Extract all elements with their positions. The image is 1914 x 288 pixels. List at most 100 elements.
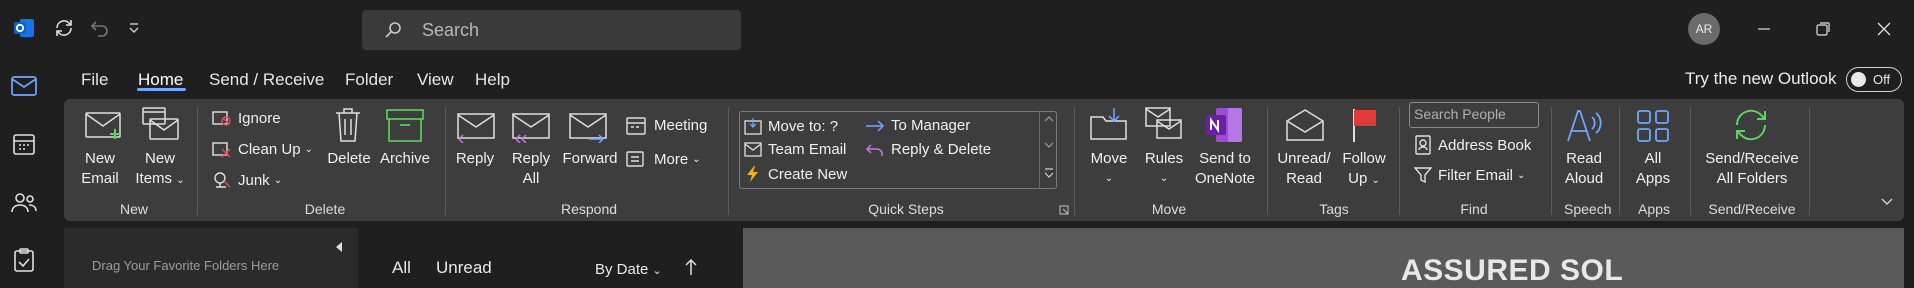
junk-button[interactable]: Junk ⌄ [212, 171, 282, 189]
more-respond-button[interactable]: More ⌄ [626, 149, 701, 169]
close-button[interactable] [1869, 14, 1899, 44]
quick-steps-gallery: Move to: ? Team Email Create New To Mana… [739, 111, 1057, 189]
tab-send-receive[interactable]: Send / Receive [209, 70, 324, 90]
restore-button[interactable] [1808, 14, 1838, 44]
folder-pane: Drag Your Favorite Folders Here [64, 228, 358, 288]
quick-step-team-email[interactable]: Team Email [744, 141, 846, 158]
filter-email-button[interactable]: Filter Email ⌄ [1414, 166, 1525, 184]
rules-label: Rules [1144, 150, 1184, 167]
read-aloud-label-2: Aloud [1564, 170, 1604, 187]
title-bar: Search AR [0, 0, 1914, 58]
chevron-down-icon: ⌄ [1371, 175, 1380, 186]
search-people-input[interactable]: Search People [1409, 102, 1539, 128]
mail-nav-button[interactable] [8, 70, 40, 102]
sort-ascending-icon[interactable] [685, 258, 697, 276]
scroll-up-icon[interactable] [1044, 115, 1054, 123]
ignore-label: Ignore [238, 109, 281, 127]
address-book-button[interactable]: Address Book [1414, 135, 1531, 155]
close-icon [1877, 22, 1891, 36]
tasks-nav-button[interactable] [8, 244, 40, 276]
collapse-folder-pane-icon[interactable] [334, 241, 344, 253]
divider [445, 107, 446, 215]
customize-toolbar-icon[interactable] [120, 14, 148, 42]
tab-help[interactable]: Help [475, 70, 510, 90]
divider [1267, 107, 1268, 215]
quick-steps-scrollbar[interactable] [1039, 111, 1057, 189]
filter-all-tab[interactable]: All [392, 258, 411, 278]
people-nav-button[interactable] [8, 186, 40, 218]
clean-up-button[interactable]: Clean Up ⌄ [212, 140, 313, 158]
group-label-apps: Apps [1638, 201, 1670, 217]
group-label-send-receive: Send/Receive [1708, 201, 1796, 217]
address-book-icon [1415, 135, 1431, 155]
flag-icon [1353, 109, 1376, 142]
scroll-down-icon[interactable] [1044, 141, 1054, 149]
ignore-button[interactable]: Ignore [212, 109, 281, 127]
forward-label: Forward [562, 150, 618, 167]
expand-gallery-icon[interactable] [1044, 167, 1054, 179]
ignore-icon [212, 111, 231, 126]
read-aloud-label-1: Read [1566, 150, 1602, 167]
archive-label: Archive [379, 150, 431, 167]
divider [1809, 107, 1810, 215]
divider [1074, 107, 1075, 215]
try-new-outlook-label: Try the new Outlook [1685, 69, 1837, 88]
group-label-delete: Delete [304, 201, 346, 217]
filter-unread-tab[interactable]: Unread [436, 258, 492, 278]
chevron-down-icon: ⌄ [1517, 169, 1526, 181]
clean-up-label: Clean Up [238, 140, 301, 158]
quick-step-move-to[interactable]: Move to: ? [744, 117, 838, 135]
navigation-rail [0, 58, 48, 288]
new-items-label-2: Items [135, 170, 173, 187]
message-list-header: All Unread By Date ⌄ [358, 228, 743, 288]
quick-step-create-new[interactable]: Create New [744, 165, 847, 183]
envelope-open-icon [1286, 109, 1324, 141]
onenote-label-1: Send to [1199, 150, 1251, 167]
dialog-launcher-icon[interactable] [1059, 205, 1069, 215]
arrow-right-icon [866, 119, 885, 132]
clean-up-icon [212, 142, 231, 158]
reply-all-label-1: Reply [511, 150, 551, 167]
avatar[interactable]: AR [1688, 13, 1720, 45]
tab-home[interactable]: Home [138, 70, 183, 90]
undo-icon[interactable] [86, 14, 114, 42]
restore-icon [1816, 22, 1830, 36]
reply-delete-icon [865, 143, 883, 156]
meeting-button[interactable]: Meeting [626, 115, 707, 135]
tab-file[interactable]: File [81, 70, 108, 90]
sync-icon[interactable] [50, 14, 78, 42]
quick-step-to-manager[interactable]: To Manager [865, 117, 970, 134]
send-receive-label-2: All Folders [1716, 170, 1788, 187]
address-book-label: Address Book [1438, 136, 1532, 154]
minimize-icon [1758, 28, 1770, 30]
chevron-down-icon: ⌄ [304, 143, 313, 155]
search-input[interactable]: Search [362, 10, 741, 50]
unread-read-label-2: Read [1286, 170, 1322, 187]
reading-pane: ASSURED SOL [743, 228, 1904, 288]
follow-up-label-1: Follow [1342, 150, 1386, 167]
favorites-hint: Drag Your Favorite Folders Here [92, 258, 280, 273]
sort-by-dropdown[interactable]: By Date ⌄ [595, 261, 662, 278]
all-apps-label-2: Apps [1635, 170, 1671, 187]
tab-view[interactable]: View [417, 70, 454, 90]
group-label-tags: Tags [1319, 201, 1349, 217]
quick-step-reply-delete[interactable]: Reply & Delete [865, 141, 991, 158]
quick-step-label: Reply & Delete [891, 141, 992, 158]
team-email-icon [744, 141, 762, 157]
chevron-down-icon: ⌄ [273, 174, 283, 186]
group-label-respond: Respond [560, 201, 618, 217]
collapse-ribbon-icon[interactable] [1880, 197, 1894, 207]
new-outlook-toggle[interactable]: Off [1846, 67, 1902, 92]
chevron-down-icon: ⌄ [1159, 173, 1169, 184]
divider [1690, 107, 1691, 215]
forward-icon [569, 113, 607, 143]
new-email-icon [85, 112, 121, 139]
minimize-button[interactable] [1749, 14, 1779, 44]
mail-icon [11, 76, 37, 96]
sort-label: By Date [595, 261, 649, 278]
quick-step-label: Move to: ? [768, 117, 839, 135]
delete-label: Delete [327, 150, 371, 167]
calendar-nav-button[interactable] [8, 128, 40, 160]
tab-folder[interactable]: Folder [345, 70, 393, 90]
follow-up-label-2: Up [1348, 170, 1368, 187]
